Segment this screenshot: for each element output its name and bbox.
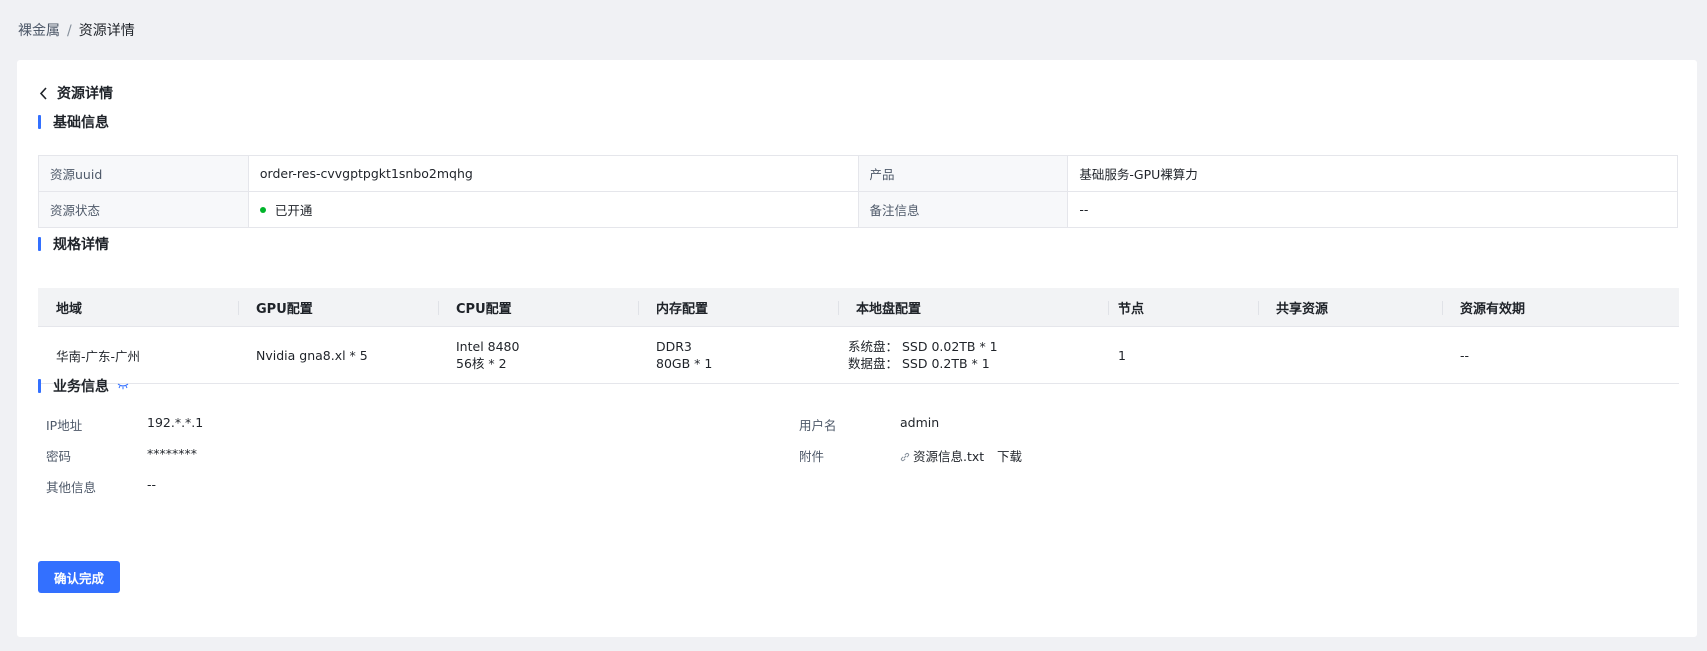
breadcrumb: 裸金属 / 资源详情 bbox=[18, 20, 135, 40]
breadcrumb-current: 资源详情 bbox=[78, 23, 135, 39]
column-header-gpu: GPU配置 bbox=[238, 298, 438, 317]
section-marker bbox=[38, 379, 41, 393]
cpu-model: Intel 8480 bbox=[456, 339, 520, 354]
attachment-file: 资源信息.txt bbox=[900, 446, 984, 465]
column-header-nodes: 节点 bbox=[1108, 298, 1258, 317]
table-row: 华南-广东-广州 Nvidia gna8.xl * 5 Intel 8480 5… bbox=[38, 327, 1679, 384]
section-marker bbox=[38, 237, 41, 251]
detail-card: 资源详情 基础信息 资源uuid order-res-cvvgptpgkt1sn… bbox=[17, 60, 1697, 637]
table-row: 资源uuid order-res-cvvgptpgkt1snbo2mqhg 产品… bbox=[38, 155, 1678, 192]
column-header-disk: 本地盘配置 bbox=[838, 298, 1108, 317]
attachment-label: 附件 bbox=[799, 449, 825, 464]
section-marker bbox=[38, 115, 41, 129]
cpu-cores: 56核 * 2 bbox=[456, 356, 507, 371]
attachment-filename[interactable]: 资源信息.txt bbox=[913, 449, 984, 464]
section-basic-title: 基础信息 bbox=[38, 112, 109, 132]
status-label: 资源状态 bbox=[38, 191, 249, 228]
remark-value: -- bbox=[1067, 191, 1678, 228]
uuid-value: order-res-cvvgptpgkt1snbo2mqhg bbox=[247, 155, 859, 192]
spec-table-header: 地域 GPU配置 CPU配置 内存配置 本地盘配置 节点 共享资源 资源有效期 bbox=[38, 288, 1679, 327]
table-row: 资源状态 已开通 备注信息 -- bbox=[38, 191, 1678, 228]
breadcrumb-parent[interactable]: 裸金属 bbox=[18, 23, 60, 39]
cell-cpu: Intel 8480 56核 * 2 bbox=[438, 338, 638, 372]
remark-label: 备注信息 bbox=[857, 191, 1069, 228]
other-info-value: -- bbox=[147, 477, 157, 492]
column-header-shared: 共享资源 bbox=[1258, 298, 1442, 317]
page-title: 资源详情 bbox=[57, 86, 113, 102]
system-disk: 系统盘： SSD 0.02TB * 1 bbox=[848, 339, 998, 354]
status-dot-icon bbox=[259, 206, 266, 213]
confirm-complete-button[interactable]: 确认完成 bbox=[38, 561, 120, 593]
product-label: 产品 bbox=[857, 155, 1069, 192]
back-arrow-icon[interactable] bbox=[39, 86, 48, 100]
breadcrumb-separator: / bbox=[67, 23, 72, 39]
username-label: 用户名 bbox=[799, 418, 837, 433]
column-header-cpu: CPU配置 bbox=[438, 298, 638, 317]
basic-info-table: 资源uuid order-res-cvvgptpgkt1snbo2mqhg 产品… bbox=[38, 155, 1678, 228]
cell-memory: DDR3 80GB * 1 bbox=[638, 338, 838, 372]
password-value: ******** bbox=[147, 446, 197, 461]
uuid-label: 资源uuid bbox=[38, 155, 249, 192]
memory-type: DDR3 bbox=[656, 339, 692, 354]
cell-disk: 系统盘： SSD 0.02TB * 1 数据盘： SSD 0.2TB * 1 bbox=[838, 338, 1108, 372]
product-value: 基础服务-GPU裸算力 bbox=[1067, 155, 1678, 192]
username-value: admin bbox=[900, 415, 940, 430]
back-button[interactable]: 资源详情 bbox=[39, 83, 113, 103]
password-label: 密码 bbox=[46, 449, 72, 464]
cell-gpu: Nvidia gna8.xl * 5 bbox=[256, 347, 368, 363]
spec-table: 地域 GPU配置 CPU配置 内存配置 本地盘配置 节点 共享资源 资源有效期 … bbox=[38, 288, 1679, 384]
memory-size: 80GB * 1 bbox=[656, 356, 713, 371]
section-spec-title: 规格详情 bbox=[38, 234, 109, 254]
data-disk: 数据盘： SSD 0.2TB * 1 bbox=[848, 356, 990, 371]
attachment-link-icon bbox=[900, 452, 910, 462]
column-header-region: 地域 bbox=[56, 301, 83, 317]
section-business-title: 业务信息 bbox=[38, 376, 129, 396]
status-value: 已开通 bbox=[274, 203, 313, 218]
download-link[interactable]: 下载 bbox=[997, 446, 1022, 465]
section-spec-label: 规格详情 bbox=[53, 237, 109, 253]
column-header-memory: 内存配置 bbox=[638, 298, 838, 317]
cell-region: 华南-广东-广州 bbox=[56, 348, 141, 364]
status-cell: 已开通 bbox=[247, 191, 859, 228]
section-business-label: 业务信息 bbox=[53, 379, 109, 395]
eye-closed-icon[interactable] bbox=[117, 382, 129, 390]
column-header-validity: 资源有效期 bbox=[1442, 298, 1679, 317]
cell-nodes: 1 bbox=[1118, 347, 1126, 363]
section-basic-label: 基础信息 bbox=[53, 115, 109, 131]
ip-label: IP地址 bbox=[46, 418, 83, 433]
ip-value: 192.*.*.1 bbox=[147, 415, 204, 430]
cell-validity: -- bbox=[1460, 347, 1470, 363]
other-info-label: 其他信息 bbox=[46, 480, 97, 495]
